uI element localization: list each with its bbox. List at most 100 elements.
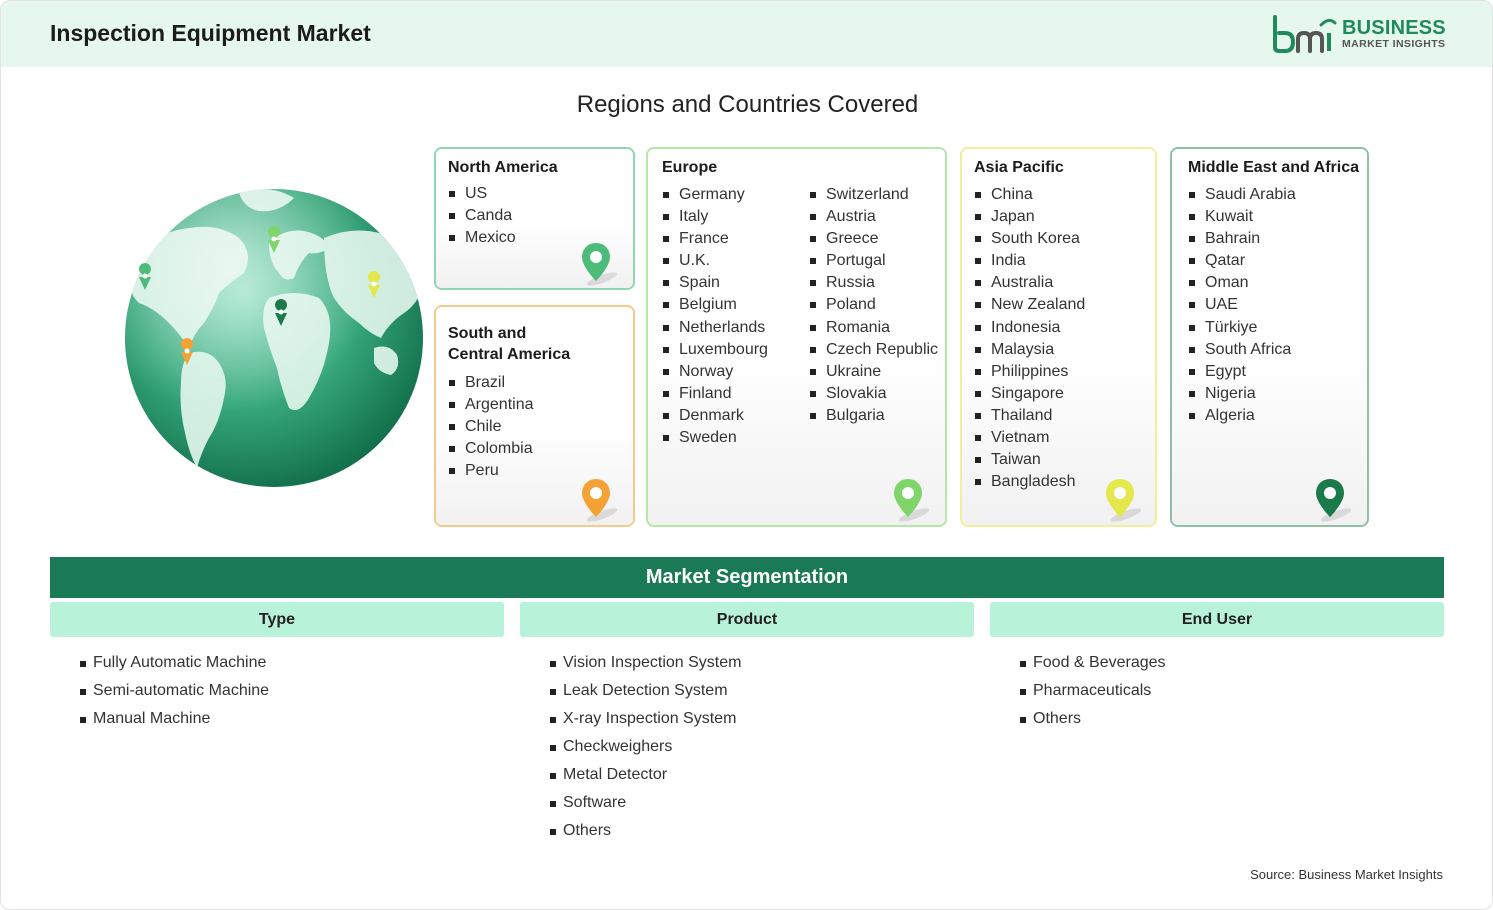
region-title-line1: South and xyxy=(448,325,527,342)
list-item: Canda xyxy=(448,205,516,227)
segment-heading-end-user: End User xyxy=(990,602,1444,637)
country-list: China Japan South Korea India Australia … xyxy=(974,184,1085,493)
list-item: South Korea xyxy=(974,228,1085,250)
list-item: Romania xyxy=(809,317,938,339)
map-pin-icon xyxy=(1316,479,1352,522)
list-item: South Africa xyxy=(1188,339,1296,361)
list-item: Checkweighers xyxy=(550,735,741,763)
list-item: Others xyxy=(1020,707,1166,735)
header-bar: Inspection Equipment Market BUSINESS MAR… xyxy=(1,1,1492,67)
list-item: Bulgaria xyxy=(809,405,938,427)
list-item: Fully Automatic Machine xyxy=(80,651,269,679)
list-item: X-ray Inspection System xyxy=(550,707,741,735)
list-item: Saudi Arabia xyxy=(1188,184,1296,206)
bmi-logo: BUSINESS MARKET INSIGHTS xyxy=(1271,15,1451,55)
list-item: Philippines xyxy=(974,361,1085,383)
map-pin-icon xyxy=(1106,479,1142,522)
list-item: Vision Inspection System xyxy=(550,651,741,679)
segment-list-product: Vision Inspection System Leak Detection … xyxy=(550,651,741,847)
list-item: New Zealand xyxy=(974,294,1085,316)
country-list: US Canda Mexico xyxy=(448,183,516,249)
map-pin-icon xyxy=(582,479,618,522)
list-item: Manual Machine xyxy=(80,707,269,735)
segment-heading-type: Type xyxy=(50,602,504,637)
list-item: Indonesia xyxy=(974,317,1085,339)
list-item: Chile xyxy=(448,416,534,438)
list-item: Argentina xyxy=(448,394,534,416)
country-list: Brazil Argentina Chile Colombia Peru xyxy=(448,372,534,482)
list-item: Oman xyxy=(1188,272,1296,294)
globe-illustration xyxy=(125,189,423,487)
region-title-line2: Central America xyxy=(448,346,571,363)
list-item: US xyxy=(448,183,516,205)
segment-heading-product: Product xyxy=(520,602,974,637)
segmentation-title: Market Segmentation xyxy=(50,557,1444,598)
list-item: Mexico xyxy=(448,227,516,249)
segment-list-end-user: Food & Beverages Pharmaceuticals Others xyxy=(1020,651,1166,735)
list-item: Nigeria xyxy=(1188,383,1296,405)
list-item: Türkiye xyxy=(1188,317,1296,339)
list-item: Czech Republic xyxy=(809,339,938,361)
region-title: Middle East and Africa xyxy=(1188,159,1359,176)
list-item: Japan xyxy=(974,206,1085,228)
list-item: Colombia xyxy=(448,438,534,460)
region-card-north-america: North America US Canda Mexico xyxy=(434,147,635,290)
list-item: Food & Beverages xyxy=(1020,651,1166,679)
list-item: Semi-automatic Machine xyxy=(80,679,269,707)
list-item: Greece xyxy=(809,228,938,250)
list-item: Brazil xyxy=(448,372,534,394)
map-pin-icon xyxy=(582,243,618,286)
list-item: Bangladesh xyxy=(974,471,1085,493)
region-card-asia-pacific: Asia Pacific China Japan South Korea Ind… xyxy=(960,147,1157,527)
list-item: China xyxy=(974,184,1085,206)
list-item: Slovakia xyxy=(809,383,938,405)
list-item: Algeria xyxy=(1188,405,1296,427)
list-item: Denmark xyxy=(662,405,768,427)
list-item: Leak Detection System xyxy=(550,679,741,707)
region-title: South and Central America xyxy=(448,323,570,365)
list-item: Russia xyxy=(809,272,938,294)
list-item: Finland xyxy=(662,383,768,405)
list-item: U.K. xyxy=(662,250,768,272)
region-title: North America xyxy=(448,159,558,176)
list-item: Others xyxy=(550,819,741,847)
list-item: Singapore xyxy=(974,383,1085,405)
list-item: Bahrain xyxy=(1188,228,1296,250)
region-title: Europe xyxy=(662,159,718,176)
region-title: Asia Pacific xyxy=(974,159,1064,176)
list-item: Software xyxy=(550,791,741,819)
list-item: Poland xyxy=(809,294,938,316)
list-item: France xyxy=(662,228,768,250)
source-note: Source: Business Market Insights xyxy=(1250,867,1443,882)
list-item: Austria xyxy=(809,206,938,228)
map-pin-icon xyxy=(894,479,930,522)
infographic-frame: Inspection Equipment Market BUSINESS MAR… xyxy=(0,0,1493,910)
list-item: Luxembourg xyxy=(662,339,768,361)
list-item: Peru xyxy=(448,460,534,482)
country-list-col2: Switzerland Austria Greece Portugal Russ… xyxy=(809,184,938,427)
country-list: Saudi Arabia Kuwait Bahrain Qatar Oman U… xyxy=(1188,184,1296,427)
list-item: Vietnam xyxy=(974,427,1085,449)
page-title: Inspection Equipment Market xyxy=(50,20,371,46)
list-item: Australia xyxy=(974,272,1085,294)
list-item: Ukraine xyxy=(809,361,938,383)
list-item: Sweden xyxy=(662,427,768,449)
list-item: Switzerland xyxy=(809,184,938,206)
segment-list-type: Fully Automatic Machine Semi-automatic M… xyxy=(80,651,269,735)
list-item: Netherlands xyxy=(662,317,768,339)
list-item: Malaysia xyxy=(974,339,1085,361)
list-item: India xyxy=(974,250,1085,272)
list-item: Germany xyxy=(662,184,768,206)
regions-title: Regions and Countries Covered xyxy=(576,91,919,118)
list-item: Qatar xyxy=(1188,250,1296,272)
region-card-europe: Europe Germany Italy France U.K. Spain B… xyxy=(646,147,947,527)
list-item: Spain xyxy=(662,272,768,294)
bmi-logo-mark xyxy=(1273,15,1337,53)
list-item: Italy xyxy=(662,206,768,228)
logo-text-business: BUSINESS xyxy=(1342,17,1446,39)
list-item: Kuwait xyxy=(1188,206,1296,228)
list-item: Belgium xyxy=(662,294,768,316)
list-item: UAE xyxy=(1188,294,1296,316)
list-item: Portugal xyxy=(809,250,938,272)
list-item: Metal Detector xyxy=(550,763,741,791)
